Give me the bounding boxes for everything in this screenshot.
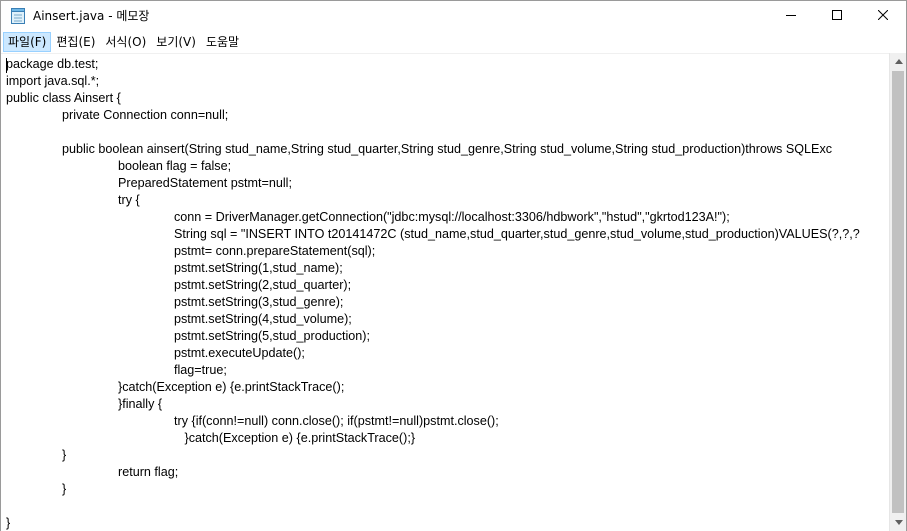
code-line: return flag; — [6, 465, 179, 479]
menu-format[interactable]: 서식(O) — [100, 32, 151, 52]
code-line: public class Ainsert { — [6, 91, 121, 105]
scroll-up-icon[interactable] — [890, 53, 907, 70]
code-line: try { — [6, 193, 140, 207]
code-line: try {if(conn!=null) conn.close(); if(pst… — [6, 414, 499, 428]
code-line: String sql = "INSERT INTO t20141472C (st… — [6, 227, 860, 241]
scroll-down-icon[interactable] — [890, 514, 907, 531]
code-line: } — [6, 482, 67, 496]
text-editor[interactable]: package db.test; import java.sql.*; public… — [1, 53, 889, 531]
code-line: pstmt.setString(1,stud_name); — [6, 261, 343, 275]
scrollbar-thumb[interactable] — [892, 71, 904, 513]
menu-edit[interactable]: 편집(E) — [51, 32, 100, 52]
close-icon — [877, 8, 889, 24]
code-line: import java.sql.*; — [6, 74, 100, 88]
menu-file[interactable]: 파일(F) — [3, 32, 52, 52]
close-button[interactable] — [860, 1, 906, 31]
notepad-icon — [11, 8, 25, 24]
code-line: } — [6, 448, 67, 462]
maximize-icon — [832, 8, 842, 24]
code-line: }catch(Exception e) {e.printStackTrace()… — [6, 380, 345, 394]
maximize-button[interactable] — [814, 1, 860, 31]
code-line: package db.test; — [6, 57, 99, 71]
code-line: }catch(Exception e) {e.printStackTrace()… — [6, 431, 416, 445]
code-line: pstmt.setString(3,stud_genre); — [6, 295, 344, 309]
code-line: pstmt= conn.prepareStatement(sql); — [6, 244, 376, 258]
window-title: Ainsert.java - 메모장 — [33, 9, 150, 23]
code-line: pstmt.setString(4,stud_volume); — [6, 312, 352, 326]
code-line: pstmt.setString(2,stud_quarter); — [6, 278, 352, 292]
code-line: private Connection conn=null; — [6, 108, 229, 122]
code-line: flag=true; — [6, 363, 227, 377]
menu-view[interactable]: 보기(V) — [151, 32, 201, 52]
code-line: pstmt.executeUpdate(); — [6, 346, 305, 360]
menu-help[interactable]: 도움말 — [201, 32, 244, 52]
minimize-icon — [786, 8, 796, 24]
code-line: boolean flag = false; — [6, 159, 232, 173]
minimize-button[interactable] — [768, 1, 814, 31]
menu-bar: 파일(F) 편집(E) 서식(O) 보기(V) 도움말 — [1, 31, 906, 53]
title-bar[interactable]: Ainsert.java - 메모장 — [1, 1, 906, 31]
code-line: conn = DriverManager.getConnection("jdbc… — [6, 210, 730, 224]
code-line: pstmt.setString(5,stud_production); — [6, 329, 370, 343]
code-line: PreparedStatement pstmt=null; — [6, 176, 292, 190]
vertical-scrollbar[interactable] — [889, 53, 906, 531]
notepad-window: Ainsert.java - 메모장 파일(F) 편집(E) 서식(O) 보기(… — [0, 0, 907, 531]
code-line: }finally { — [6, 397, 163, 411]
code-line: } — [6, 516, 11, 530]
code-line: public boolean ainsert(String stud_name,… — [6, 142, 833, 156]
